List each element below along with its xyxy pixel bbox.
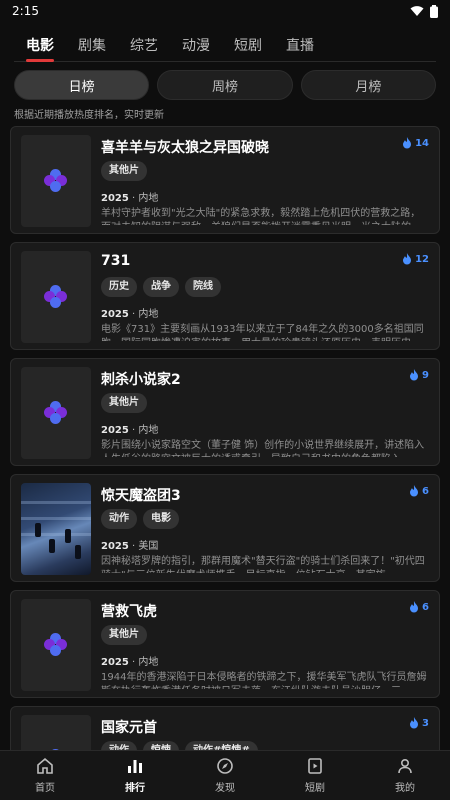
item-title: 营救飞虎: [101, 604, 157, 620]
category-tabs: 电影 剧集 综艺 动漫 短剧 直播: [14, 22, 436, 62]
tab-variety[interactable]: 综艺: [130, 30, 158, 60]
flame-icon: [410, 485, 419, 497]
poster-image: [21, 483, 91, 575]
list-item[interactable]: 惊天魔盗团3 动作 电影 2025 · 美国 因神秘塔罗牌的指引，那群用魔术"替…: [10, 474, 440, 582]
monthly-ranking-button[interactable]: 月榜: [300, 70, 436, 100]
tag: 历史: [101, 277, 137, 297]
placeholder-logo-icon: [44, 401, 68, 425]
nav-discover[interactable]: 发现: [180, 751, 270, 800]
item-summary: 影片围绕小说家路空文（董子健 饰）创作的小说世界继续展开，讲述陷入人生低谷的路空…: [101, 440, 425, 457]
heat-badge: 12: [402, 253, 429, 265]
list-item[interactable]: 刺杀小说家2 其他片 2025 · 内地 影片围绕小说家路空文（董子健 饰）创作…: [10, 358, 440, 466]
tab-movies[interactable]: 电影: [26, 30, 54, 62]
poster-placeholder: [21, 251, 91, 343]
item-summary: 1944年的香港深陷于日本侵略者的铁蹄之下，援华美军飞虎队飞行员詹姆斯在执行轰炸…: [101, 672, 427, 689]
poster-placeholder: [21, 367, 91, 459]
tag-list: 历史 战争 院线: [101, 277, 429, 297]
item-meta: 2025 · 美国: [101, 541, 159, 552]
tag: 院线: [185, 277, 221, 297]
home-icon: [37, 757, 53, 774]
weekly-ranking-button[interactable]: 周榜: [157, 70, 293, 100]
poster-placeholder: [21, 599, 91, 691]
poster-placeholder: [21, 135, 91, 227]
item-title: 惊天魔盗团3: [101, 488, 181, 504]
ranking-period-selector: 日榜 周榜 月榜: [0, 70, 450, 100]
item-summary: 因神秘塔罗牌的指引，那群用魔术"替天行盗"的骑士们杀回来了！"初代四骑士"与三位…: [101, 556, 425, 573]
tag: 动作: [101, 509, 137, 529]
item-meta: 2025 · 内地: [101, 193, 159, 204]
tag: 电影: [143, 509, 179, 529]
heat-badge: 9: [409, 369, 429, 381]
item-summary: 电影《731》主要刻画从1933年以来立于了84年之久的3000多名祖国同胞、国…: [101, 324, 424, 341]
flame-icon: [403, 253, 412, 265]
short-video-icon: [308, 758, 322, 774]
tag-list: 其他片: [101, 393, 429, 413]
tab-live[interactable]: 直播: [286, 30, 314, 60]
list-item[interactable]: 731 历史 战争 院线 2025 · 内地 电影《731》主要刻画从1933年…: [10, 242, 440, 350]
item-title: 刺杀小说家2: [101, 372, 181, 388]
ranking-list: 喜羊羊与灰太狼之异国破晓 其他片 2025 · 内地 羊村守护者收到"光之大陆"…: [0, 120, 450, 800]
placeholder-logo-icon: [44, 169, 68, 193]
nav-ranking[interactable]: 排行: [90, 751, 180, 800]
flame-icon: [410, 717, 419, 729]
item-summary: 羊村守护者收到"光之大陆"的紧急求救，毅然踏上危机四伏的营救之路，面对未知的阴谋…: [101, 208, 421, 225]
placeholder-logo-icon: [44, 285, 68, 309]
tab-series[interactable]: 剧集: [78, 30, 106, 60]
flame-icon: [403, 137, 412, 149]
tag: 战争: [143, 277, 179, 297]
nav-short-drama[interactable]: 短剧: [270, 751, 360, 800]
item-title: 国家元首: [101, 720, 157, 736]
tag: 其他片: [101, 393, 147, 413]
nav-profile[interactable]: 我的: [360, 751, 450, 800]
list-item[interactable]: 营救飞虎 其他片 2025 · 内地 1944年的香港深陷于日本侵略者的铁蹄之下…: [10, 590, 440, 698]
user-icon: [398, 758, 412, 774]
tag-list: 其他片: [101, 161, 429, 181]
tag: 其他片: [101, 161, 147, 181]
ranking-icon: [128, 760, 142, 773]
heat-badge: 3: [409, 717, 429, 729]
status-icons: [410, 4, 438, 18]
heat-badge: 14: [402, 137, 429, 149]
nav-home[interactable]: 首页: [0, 751, 90, 800]
item-title: 喜羊羊与灰太狼之异国破晓: [101, 140, 269, 156]
ranking-description: 根据近期播放热度排名，实时更新: [14, 110, 164, 121]
status-time: 2:15: [12, 4, 39, 18]
battery-icon: [430, 4, 438, 18]
list-item[interactable]: 喜羊羊与灰太狼之异国破晓 其他片 2025 · 内地 羊村守护者收到"光之大陆"…: [10, 126, 440, 234]
tag-list: 动作 电影: [101, 509, 429, 529]
tag-list: 其他片: [101, 625, 429, 645]
heat-badge: 6: [409, 485, 429, 497]
compass-icon: [217, 758, 233, 774]
bottom-navigation: 首页 排行 发现 短剧 我的: [0, 750, 450, 800]
tab-short-drama[interactable]: 短剧: [234, 30, 262, 60]
item-meta: 2025 · 内地: [101, 425, 159, 436]
item-title: 731: [101, 253, 131, 269]
flame-icon: [410, 601, 419, 613]
tab-anime[interactable]: 动漫: [182, 30, 210, 60]
item-meta: 2025 · 内地: [101, 309, 159, 320]
tag: 其他片: [101, 625, 147, 645]
daily-ranking-button[interactable]: 日榜: [14, 70, 150, 100]
wifi-icon: [410, 6, 424, 16]
item-meta: 2025 · 内地: [101, 657, 159, 668]
placeholder-logo-icon: [44, 633, 68, 657]
heat-badge: 6: [409, 601, 429, 613]
status-bar: 2:15: [0, 0, 450, 22]
flame-icon: [410, 369, 419, 381]
